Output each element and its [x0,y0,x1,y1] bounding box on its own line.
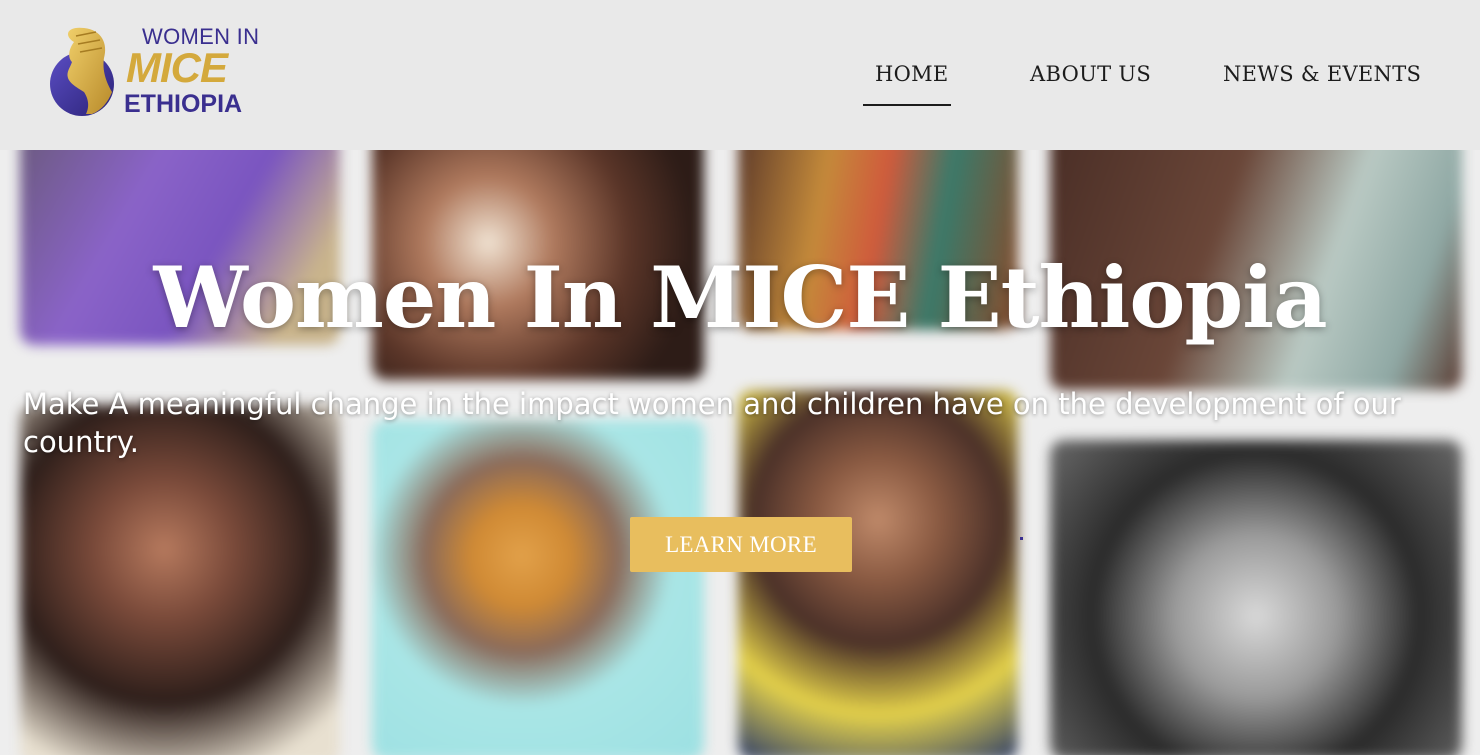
nav-home[interactable]: HOME [875,62,949,86]
nav-about-us[interactable]: ABOUT US [1030,62,1151,86]
hero-subtitle: Make A meaningful change in the impact w… [23,387,1401,459]
logo-text-ethiopia: ETHIOPIA [124,90,243,118]
site-header: WOMEN IN MICE ETHIOPIA HOME ABOUT US NEW… [0,0,1480,150]
site-logo[interactable]: WOMEN IN MICE ETHIOPIA [46,22,266,122]
nav-news-events[interactable]: NEWS & EVENTS [1223,62,1421,86]
nav-active-indicator [863,104,951,106]
hero-title: Women In MICE Ethiopia [153,248,1327,347]
carousel-indicator-dot [1020,537,1023,540]
logo-text-mice: MICE [126,44,228,91]
hero-section: Women In MICE Ethiopia Make A meaningful… [0,150,1480,755]
learn-more-button[interactable]: LEARN MORE [630,517,852,572]
woman-profile-icon [50,27,114,116]
